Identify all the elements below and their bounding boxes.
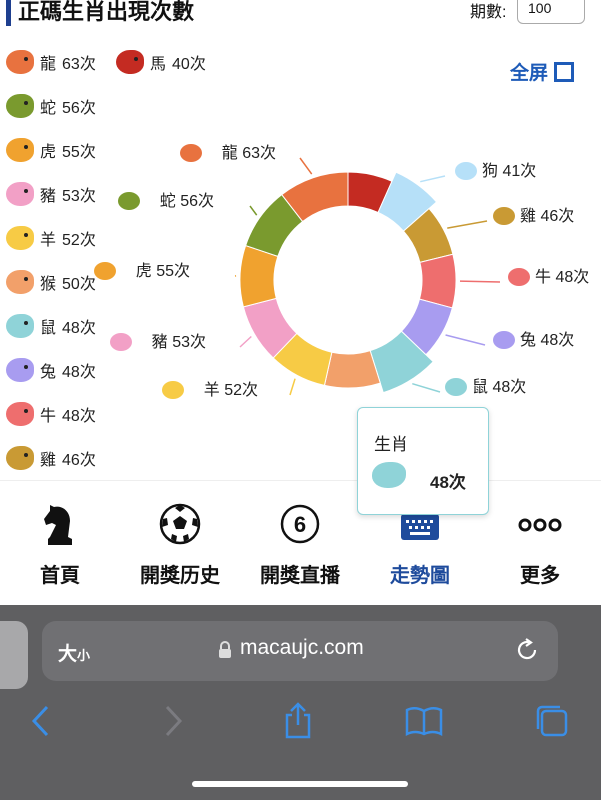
tooltip-title: 生肖 [374,435,408,454]
bookmarks-icon[interactable] [404,701,444,741]
slice-label: 牛 48次 [535,268,589,286]
previous-tab-preview[interactable] [0,621,28,689]
zodiac-icon [110,333,132,351]
zodiac-icon [94,262,116,280]
nav-home-label: 首頁 [40,565,80,587]
label-leader-line [447,220,488,229]
slice-label: 虎 55次 [136,262,190,280]
slice-label: 狗 41次 [482,162,536,180]
zodiac-icon [493,331,515,349]
rat-icon [372,462,406,488]
zodiac-icon [493,207,515,225]
slice-label: 羊 52次 [204,381,258,399]
soccer-ball-icon [159,503,201,545]
circled-six-icon: 6 [280,504,320,544]
bottom-nav: 首頁 開獎历史 6 開獎直播 走勢圖 更多 [0,480,601,605]
slice-label: 豬 53次 [152,333,206,351]
donut-slice-3[interactable] [418,253,457,309]
nav-live[interactable]: 6 開獎直播 [240,481,360,605]
label-leader-line [445,334,486,346]
lock-icon [219,641,231,658]
zodiac-icon [118,192,140,210]
reload-icon[interactable] [514,637,540,663]
zodiac-icon [445,378,467,396]
slice-label: 兔 48次 [520,331,574,349]
slice-label: 蛇 56次 [160,192,214,210]
nav-history[interactable]: 開獎历史 [120,481,240,605]
address-bar[interactable]: 大小 macaujc.com [42,621,558,681]
donut-slice-6[interactable] [323,349,381,389]
text-size-large: 大 [58,644,78,665]
label-leader-line [420,175,446,183]
label-leader-line [459,280,501,283]
zodiac-icon [455,162,477,180]
label-leader-line [289,378,296,396]
app-screen: 正碼生肖出現次數 期數: 全屏 龍63次馬40次蛇56次虎55次豬53次羊52次… [0,0,601,605]
slice-label: 龍 63次 [222,144,276,162]
zodiac-donut-chart: 狗 41次雞 46次牛 48次兔 48次鼠 48次 羊 52次 豬 53次 虎 55次… [94,144,589,399]
chess-knight-icon [44,505,72,545]
back-icon[interactable] [22,701,62,741]
label-leader-line [412,382,441,393]
zodiac-icon [508,268,530,286]
nav-more[interactable]: 更多 [480,481,600,605]
zodiac-icon [180,144,202,162]
text-size-button[interactable]: 大小 [58,639,90,666]
text-size-small: 小 [77,648,91,663]
nav-more-label: 更多 [520,565,560,587]
nav-history-label: 開獎历史 [140,565,220,587]
label-leader-line [299,157,313,175]
slice-label: 雞 46次 [520,207,574,225]
nav-trend-label: 走勢圖 [390,565,450,587]
keyboard-chart-icon [401,514,439,540]
slice-label: 鼠 48次 [472,378,526,396]
svg-text:6: 6 [294,512,306,537]
url-text: macaujc.com [240,636,364,659]
home-indicator [192,781,408,787]
label-leader-line [249,205,258,216]
chart-tooltip: 生肖 48次 [357,407,489,515]
tooltip-value: 48次 [430,473,466,492]
share-icon[interactable] [278,701,318,741]
zodiac-icon [162,381,184,399]
tabs-icon[interactable] [532,701,572,741]
nav-home[interactable]: 首頁 [0,481,120,605]
forward-icon[interactable] [152,701,192,741]
nav-live-label: 開獎直播 [260,565,340,587]
label-leader-line [239,335,252,348]
browser-toolbar: 大小 macaujc.com [0,605,601,800]
more-dots-icon [518,518,562,532]
